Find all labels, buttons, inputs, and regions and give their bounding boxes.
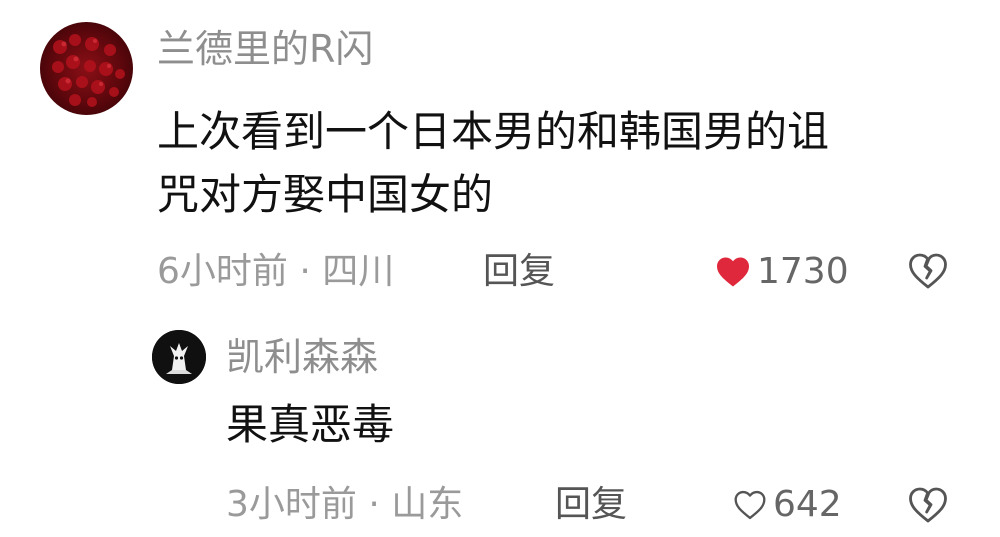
broken-heart-icon — [909, 487, 947, 523]
reply-username[interactable]: 凯利森森 — [226, 338, 378, 376]
heart-outline-icon — [734, 490, 766, 520]
dislike-button[interactable] — [908, 252, 948, 296]
like-button[interactable]: 1730 — [715, 254, 849, 290]
reply-reply-button[interactable]: 回复 — [555, 487, 627, 523]
avatar[interactable] — [40, 22, 133, 115]
broken-heart-icon — [909, 253, 947, 289]
reply-dislike-button[interactable] — [908, 486, 948, 530]
reply-like-button[interactable]: 642 — [733, 487, 842, 523]
comment-meta: 6小时前 · 四川 — [157, 251, 395, 292]
reply-text: 果真恶毒 — [226, 400, 395, 449]
heart-filled-icon — [717, 257, 749, 287]
like-count: 1730 — [757, 251, 849, 292]
comment-text-line-1: 上次看到一个日本男的和韩国男的诅 — [157, 107, 830, 156]
reply-avatar[interactable] — [152, 330, 206, 384]
like-count: 642 — [773, 484, 842, 525]
comment-text-line-2: 咒对方娶中国女的 — [157, 170, 494, 219]
reply-meta: 3小时前 · 山东 — [226, 484, 464, 525]
comment-username[interactable]: 兰德里的R闪 — [157, 30, 373, 68]
avatar-image — [52, 34, 125, 107]
avatar-image — [152, 330, 206, 384]
reply-button[interactable]: 回复 — [483, 254, 555, 290]
